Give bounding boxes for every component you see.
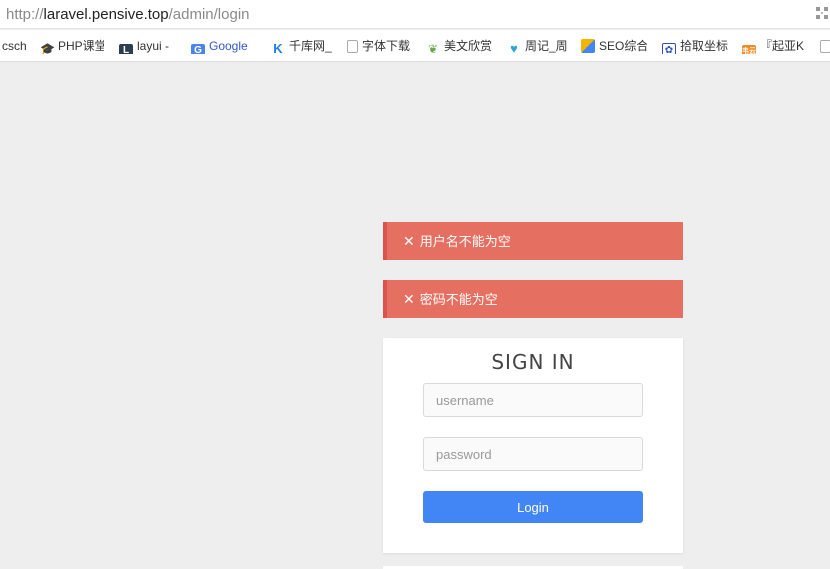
bookmark-item[interactable]: G Google — [191, 38, 257, 54]
alert-text: 用户名不能为空 — [419, 234, 511, 249]
bookmark-item[interactable]: ♥ 周记_周 — [507, 38, 569, 54]
close-icon: ✕ — [403, 233, 415, 249]
bookmark-label: layui - — [137, 39, 170, 53]
leaf-icon: ❦ — [426, 42, 440, 54]
alert-text: 密码不能为空 — [419, 292, 498, 307]
heart-icon: ♥ — [507, 42, 521, 54]
login-button[interactable]: Login — [423, 491, 643, 523]
bookmark-label: 『起亚K — [760, 39, 805, 53]
bookmark-label: 美文欣赏 — [444, 39, 492, 53]
close-icon: ✕ — [403, 291, 415, 307]
graduation-cap-icon: 🎓 — [40, 42, 55, 54]
bookmark-item[interactable]: ❦ 美文欣赏 — [426, 38, 494, 54]
login-card: SIGN IN Login — [383, 338, 683, 553]
password-input[interactable] — [423, 437, 643, 471]
url-host: laravel.pensive.top — [43, 6, 169, 23]
weiyun-icon: 韦云 — [742, 45, 756, 54]
url-scheme: http:// — [6, 6, 44, 23]
bookmark-item[interactable]: ✿ 拾取坐标 — [662, 38, 730, 54]
bookmarks-bar: csch 🎓 PHP课堂 Llayui - G Google K 千库网_ 字体下载 … — [0, 30, 830, 62]
page-title: SIGN IN — [491, 350, 575, 374]
bookmark-label: 拾取坐标 — [680, 39, 728, 53]
layui-icon: L — [119, 44, 133, 54]
bookmark-label: 周记_周 — [525, 39, 567, 53]
bookmark-label: csch — [2, 39, 27, 53]
bookmark-item[interactable]: csch — [2, 38, 28, 54]
bookmark-item[interactable]: SEO综合 — [581, 38, 649, 54]
bookmark-item[interactable]: K 千库网_ — [271, 38, 335, 54]
error-alert-username: ✕ 用户名不能为空 — [383, 222, 683, 260]
bookmark-item[interactable]: Llayui - — [119, 38, 177, 54]
error-alert-password: ✕ 密码不能为空 — [383, 280, 683, 318]
url-path: /admin/login — [168, 6, 250, 23]
username-input[interactable] — [423, 383, 643, 417]
bookmark-label: 千库网_ — [289, 39, 332, 53]
bookmark-label: PHP课堂 — [58, 39, 104, 53]
qr-code-icon[interactable] — [816, 7, 828, 19]
bookmark-label: 字体下载 — [362, 39, 410, 53]
page-icon — [820, 40, 830, 53]
baidu-paw-icon: ✿ — [662, 43, 676, 54]
url-text[interactable]: http://laravel.pensive.top/admin/login — [6, 6, 250, 24]
bookmark-item[interactable] — [820, 38, 830, 54]
google-translate-icon: G — [191, 44, 205, 54]
qianku-icon: K — [271, 42, 285, 54]
seo-icon — [581, 39, 595, 53]
bookmark-label: SEO综合 — [599, 39, 647, 53]
bookmark-item[interactable]: 字体下载 — [347, 38, 413, 54]
bookmark-label: Google — [209, 39, 248, 53]
bookmark-item[interactable]: 🎓 PHP课堂 — [40, 38, 106, 54]
bookmark-item[interactable]: 韦云 『起亚K — [742, 38, 808, 54]
address-bar[interactable]: http://laravel.pensive.top/admin/login — [0, 0, 830, 29]
page-icon — [347, 40, 358, 53]
